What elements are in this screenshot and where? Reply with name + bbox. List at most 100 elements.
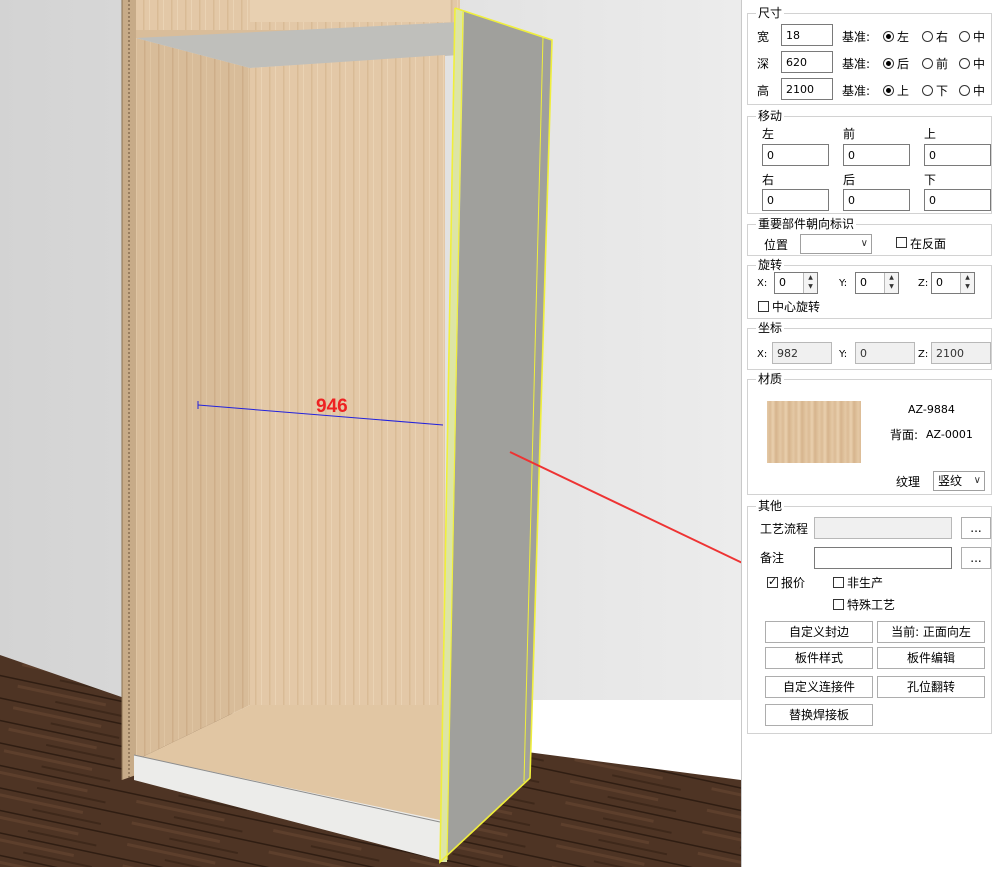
note-label: 备注	[760, 551, 785, 565]
height-base-top-radio[interactable]	[883, 85, 894, 96]
special-process-checkbox[interactable]	[833, 599, 844, 610]
non-production-checkbox[interactable]	[833, 577, 844, 588]
orientation-position-label: 位置	[764, 238, 789, 252]
3d-viewport[interactable]: 946	[0, 0, 888, 867]
depth-base-front-radio[interactable]	[922, 58, 933, 69]
spin-up-icon[interactable]: ▲	[961, 273, 974, 282]
rotate-y-value: 0	[860, 276, 867, 289]
move-group-title: 移动	[756, 109, 785, 123]
quote-label: 报价	[781, 576, 806, 590]
material-group-title: 材质	[756, 372, 785, 386]
height-base-center-radio[interactable]	[959, 85, 970, 96]
move-down-label: 下	[924, 173, 937, 187]
depth-label: 深	[757, 57, 770, 71]
grain-value: 竖纹	[938, 474, 963, 488]
coord-z-field	[931, 342, 991, 364]
back-panel[interactable]	[250, 55, 445, 705]
rotate-z-spinbox[interactable]: 0 ▲ ▼	[931, 272, 975, 294]
height-base-top-label: 上	[897, 84, 910, 98]
coords-group: 坐标 X: Y: Z:	[747, 321, 992, 370]
width-input[interactable]	[781, 24, 833, 46]
process-label: 工艺流程	[760, 522, 809, 536]
rotate-x-label: X:	[757, 278, 768, 289]
move-up-label: 上	[924, 127, 937, 141]
height-base-label: 基准:	[842, 84, 871, 98]
depth-base-center-label: 中	[973, 57, 986, 71]
rotate-x-spinbox[interactable]: 0 ▲ ▼	[774, 272, 818, 294]
process-input[interactable]	[814, 517, 952, 539]
move-down-input[interactable]	[924, 189, 991, 211]
current-orientation-button[interactable]: 当前: 正面向左	[877, 621, 985, 643]
reverse-side-checkbox[interactable]	[896, 237, 907, 248]
custom-edge-button[interactable]: 自定义封边	[765, 621, 873, 643]
width-base-right-radio[interactable]	[922, 31, 933, 42]
move-right-label: 右	[762, 173, 775, 187]
move-up-input[interactable]	[924, 144, 991, 166]
rotate-z-value: 0	[936, 276, 943, 289]
center-rotate-checkbox[interactable]	[758, 301, 769, 312]
depth-base-center-radio[interactable]	[959, 58, 970, 69]
size-group-title: 尺寸	[756, 6, 785, 20]
spin-up-icon[interactable]: ▲	[804, 273, 817, 282]
coord-x-label: X:	[757, 349, 768, 360]
height-base-bottom-radio[interactable]	[922, 85, 933, 96]
width-base-right-label: 右	[936, 30, 949, 44]
chevron-down-icon: ∨	[860, 238, 868, 249]
move-front-input[interactable]	[843, 144, 910, 166]
orientation-group: 重要部件朝向标识 位置 ∨ 在反面	[747, 217, 992, 256]
move-group: 移动 左 前 上 右 后 下	[747, 109, 992, 214]
orientation-position-select[interactable]: ∨	[800, 234, 872, 254]
other-group: 其他 工艺流程 ... 备注 ... 报价 非生产 特殊工艺 自定义封边 当前:…	[747, 499, 992, 734]
non-production-label: 非生产	[847, 576, 884, 590]
width-dimension-label: 946	[316, 396, 348, 417]
coord-x-field	[772, 342, 832, 364]
depth-base-label: 基准:	[842, 57, 871, 71]
spin-down-icon[interactable]: ▼	[804, 282, 817, 291]
height-base-center-label: 中	[973, 84, 986, 98]
panel-style-button[interactable]: 板件样式	[765, 647, 873, 669]
replace-weld-panel-button[interactable]: 替换焊接板	[765, 704, 873, 726]
spin-down-icon[interactable]: ▼	[961, 282, 974, 291]
note-browse-button[interactable]: ...	[961, 547, 991, 569]
width-label: 宽	[757, 30, 770, 44]
height-base-bottom-label: 下	[936, 84, 949, 98]
process-browse-button[interactable]: ...	[961, 517, 991, 539]
depth-base-front-label: 前	[936, 57, 949, 71]
move-front-label: 前	[843, 127, 856, 141]
width-base-center-radio[interactable]	[959, 31, 970, 42]
size-group: 尺寸 宽 基准: 左 右 中 深 基准: 后 前 中 高 基准: 上 下 中	[747, 6, 992, 105]
material-back-code: AZ-0001	[926, 428, 973, 441]
depth-base-back-radio[interactable]	[883, 58, 894, 69]
move-back-label: 后	[843, 173, 856, 187]
move-left-input[interactable]	[762, 144, 829, 166]
move-right-input[interactable]	[762, 189, 829, 211]
coord-y-label: Y:	[839, 349, 848, 360]
rotate-group: 旋转 X: 0 ▲ ▼ Y: 0 ▲ ▼ Z: 0 ▲ ▼ 中心旋转	[747, 258, 992, 319]
quote-checkbox[interactable]	[767, 575, 778, 589]
move-back-input[interactable]	[843, 189, 910, 211]
grain-select[interactable]: 竖纹 ∨	[933, 471, 985, 491]
material-swatch[interactable]	[767, 401, 861, 463]
selected-right-panel[interactable]	[439, 7, 553, 864]
panel-edit-button[interactable]: 板件编辑	[877, 647, 985, 669]
spin-up-icon[interactable]: ▲	[885, 273, 898, 282]
width-base-label: 基准:	[842, 30, 871, 44]
inner-left-wall[interactable]	[136, 38, 250, 760]
depth-base-back-label: 后	[897, 57, 910, 71]
spin-down-icon[interactable]: ▼	[885, 282, 898, 291]
width-base-left-radio[interactable]	[883, 31, 894, 42]
depth-input[interactable]	[781, 51, 833, 73]
height-label: 高	[757, 84, 770, 98]
coords-group-title: 坐标	[756, 321, 785, 335]
material-code: AZ-9884	[908, 403, 955, 416]
coord-y-field	[855, 342, 915, 364]
note-input[interactable]	[814, 547, 952, 569]
rotate-x-value: 0	[779, 276, 786, 289]
rotate-group-title: 旋转	[756, 258, 785, 272]
center-rotate-label: 中心旋转	[772, 300, 821, 314]
flip-holes-button[interactable]: 孔位翻转	[877, 676, 985, 698]
rotate-y-spinbox[interactable]: 0 ▲ ▼	[855, 272, 899, 294]
custom-connector-button[interactable]: 自定义连接件	[765, 676, 873, 698]
height-input[interactable]	[781, 78, 833, 100]
special-process-label: 特殊工艺	[847, 598, 896, 612]
